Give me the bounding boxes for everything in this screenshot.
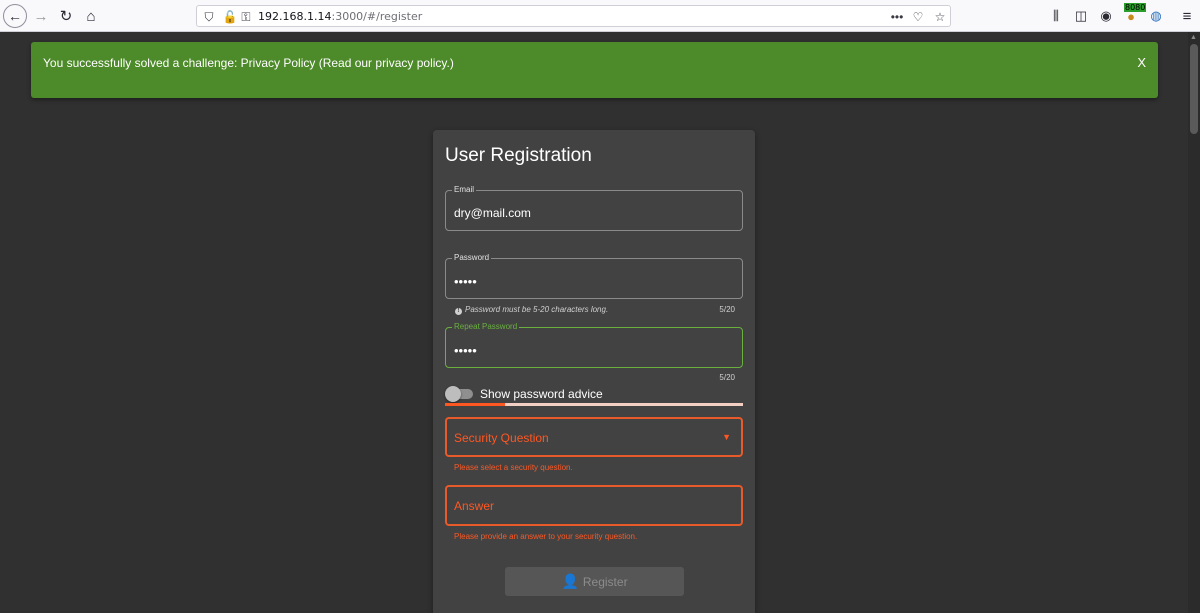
url-host: 192.168.1.14: [258, 10, 332, 23]
challenge-solved-notification: You successfully solved a challenge: Pri…: [31, 42, 1158, 98]
password-value: •••••: [454, 274, 477, 289]
dropdown-arrow-icon: ▼: [722, 432, 731, 442]
page-title: User Registration: [445, 145, 592, 166]
bookmark-star-icon[interactable]: ☆: [933, 8, 947, 26]
register-label: Register: [582, 574, 628, 589]
reload-icon[interactable]: ↻: [57, 4, 75, 28]
page-scrollbar[interactable]: ▲: [1188, 32, 1200, 613]
email-value: dry@mail.com: [454, 206, 531, 220]
scrollbar-thumb[interactable]: [1190, 44, 1198, 134]
address-bar[interactable]: ⛉ 🔓 ⚿ 192.168.1.14:3000/#/register ••• ♡…: [196, 5, 951, 27]
extension-icon[interactable]: ◍: [1147, 4, 1165, 28]
url-path: :3000/#/register: [331, 10, 423, 23]
registration-card: User Registration Email dry@mail.com Pas…: [433, 130, 755, 613]
toggle-thumb[interactable]: [445, 386, 461, 402]
email-field[interactable]: Email dry@mail.com: [445, 185, 743, 231]
back-arrow-icon[interactable]: ←: [3, 4, 27, 28]
repeat-password-counter: 5/20: [719, 373, 735, 382]
password-field[interactable]: Password •••••: [445, 253, 743, 299]
password-strength-fill: [445, 403, 505, 406]
more-actions-icon[interactable]: •••: [889, 8, 905, 26]
menu-icon[interactable]: ≡: [1178, 4, 1196, 28]
sidebar-icon[interactable]: ◫: [1072, 4, 1090, 28]
email-label: Email: [452, 185, 477, 195]
security-question-error: Please select a security question.: [454, 463, 573, 472]
shield-icon[interactable]: ⛉: [202, 8, 216, 26]
answer-placeholder: Answer: [454, 499, 495, 513]
url-text[interactable]: 192.168.1.14:3000/#/register: [258, 10, 422, 23]
add-user-icon: 👤: [561, 573, 579, 589]
password-label: Password: [452, 253, 492, 263]
security-question-placeholder: Security Question: [454, 431, 549, 445]
library-icon[interactable]: ⫼: [1047, 4, 1065, 28]
home-icon[interactable]: ⌂: [82, 4, 100, 28]
password-hint: ! Password must be 5-20 characters long.: [455, 305, 608, 315]
key-icon[interactable]: ⚿: [239, 8, 253, 26]
extension-badge: 8080: [1124, 3, 1147, 12]
answer-field[interactable]: Answer: [445, 485, 743, 526]
security-question-select[interactable]: Security Question ▼: [445, 417, 743, 457]
repeat-password-label: Repeat Password: [452, 322, 520, 332]
close-notification-button[interactable]: X: [1137, 55, 1146, 70]
answer-error: Please provide an answer to your securit…: [454, 532, 638, 541]
repeat-password-value: •••••: [454, 343, 477, 358]
info-icon: !: [455, 308, 462, 315]
insecure-lock-icon[interactable]: 🔓: [223, 8, 238, 26]
notification-message: You successfully solved a challenge: Pri…: [43, 56, 454, 70]
scroll-up-icon[interactable]: ▲: [1190, 34, 1197, 41]
password-hint-text: Password must be 5-20 characters long.: [465, 305, 609, 314]
forward-arrow-icon[interactable]: →: [33, 4, 49, 28]
browser-toolbar: ← → ↻ ⌂ ⛉ 🔓 ⚿ 192.168.1.14:3000/#/regist…: [0, 0, 1200, 32]
password-counter: 5/20: [719, 305, 735, 314]
pocket-icon[interactable]: ♡: [911, 8, 925, 26]
password-strength-bar: [445, 403, 743, 406]
password-advice-label: Show password advice: [480, 387, 603, 401]
register-button[interactable]: 👤 Register: [505, 567, 684, 596]
repeat-password-field[interactable]: Repeat Password •••••: [445, 322, 743, 368]
account-icon[interactable]: ◉: [1097, 4, 1115, 28]
